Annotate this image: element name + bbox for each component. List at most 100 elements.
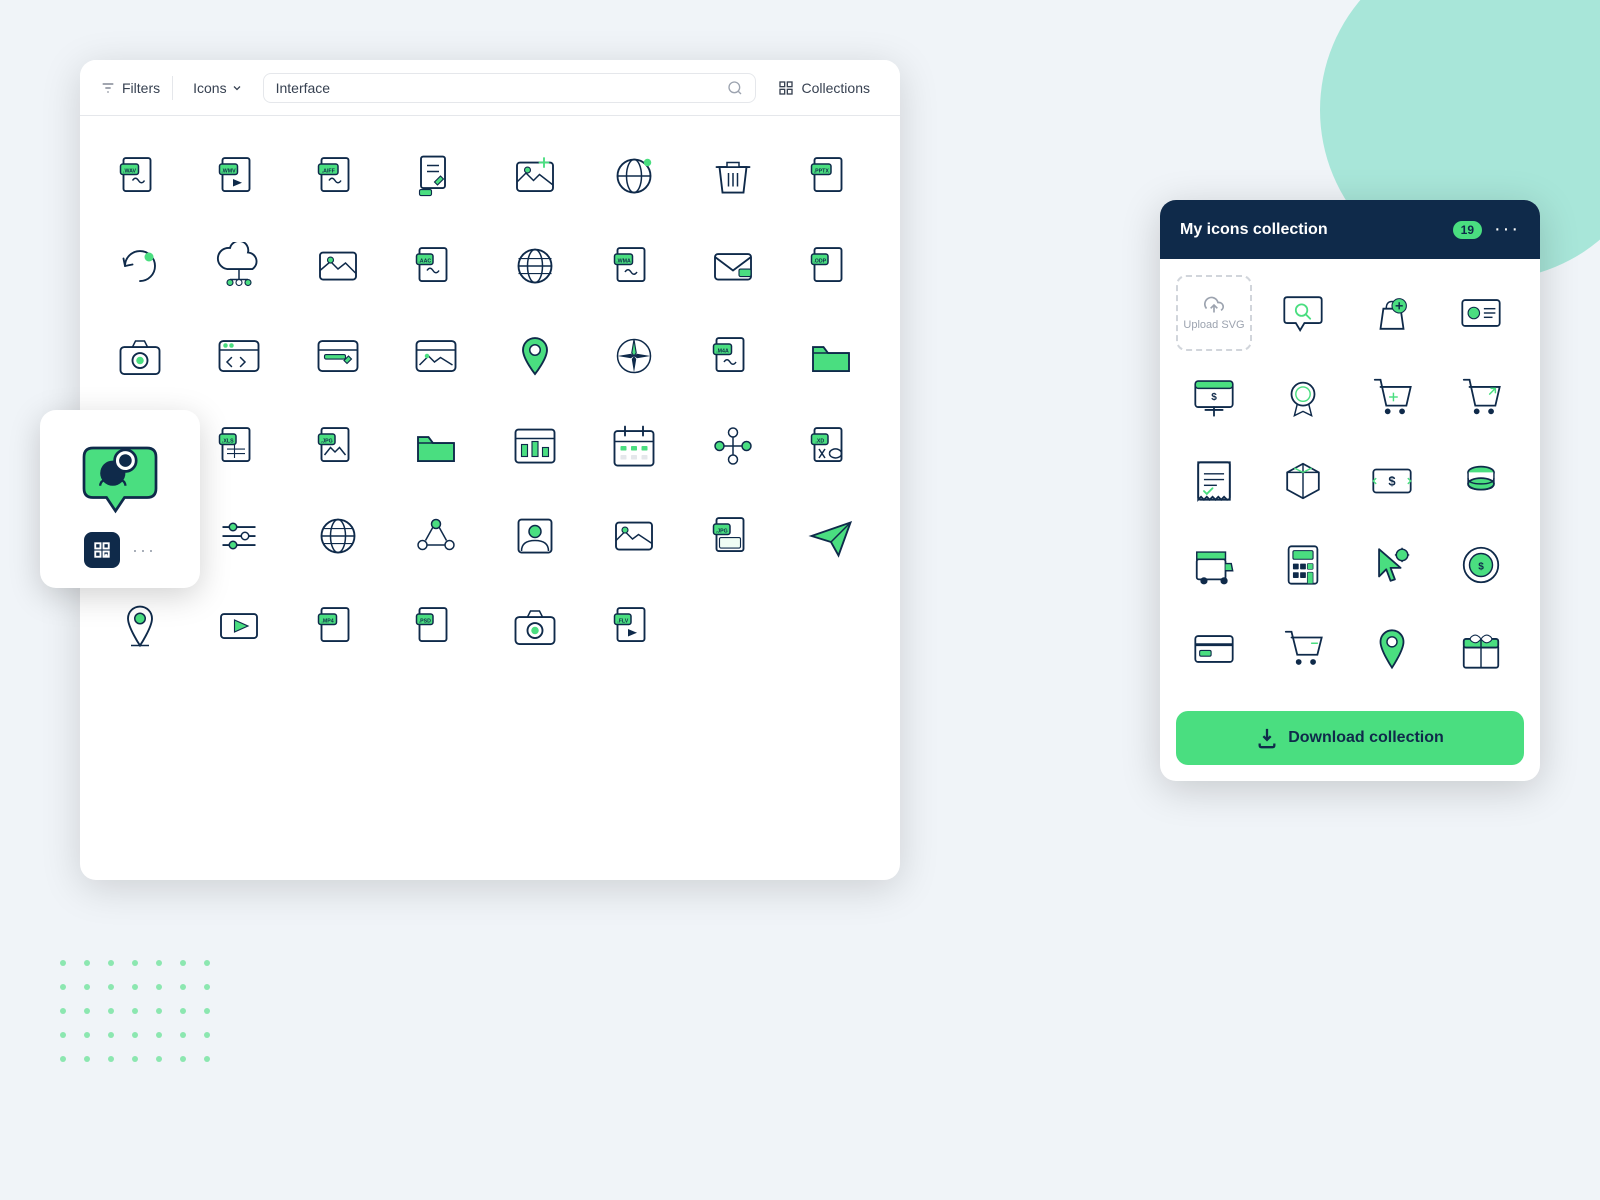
icon-cloud-network[interactable] [199,226,279,306]
icon-jpg[interactable]: .JPG [298,406,378,486]
icon-refresh[interactable] [100,226,180,306]
svg-text:.FLV: .FLV [617,618,628,624]
collection-icon-price-display[interactable]: $ [1176,359,1252,435]
svg-text:$: $ [1388,473,1395,488]
collection-icon-location[interactable] [1354,611,1430,687]
dots-decoration [60,960,210,1080]
icon-dashboard-chart[interactable] [495,406,575,486]
icon-folder-green[interactable] [396,406,476,486]
icon-star-compass[interactable] [594,316,674,396]
icons-grid: .WAV .WMV .AIFF [80,116,900,686]
icon-odp[interactable]: .ODP [791,226,871,306]
icon-globe2[interactable] [495,226,575,306]
icon-m4a[interactable]: .M4A [693,316,773,396]
icon-document-edit[interactable] [396,136,476,216]
collection-icon-gift[interactable] [1443,611,1519,687]
svg-text:$: $ [1478,561,1484,572]
collections-icon [778,80,794,96]
collections-button[interactable]: Collections [768,74,880,102]
svg-text:.AAC: .AAC [419,258,432,264]
icon-xls[interactable]: .XLS [199,406,279,486]
svg-text:$: $ [1211,392,1217,403]
collection-count: 19 [1453,221,1482,239]
icon-aiff[interactable]: .AIFF [298,136,378,216]
collection-icon-cart-arrow[interactable] [1443,359,1519,435]
icon-window-code[interactable] [199,316,279,396]
svg-text:.JPG: .JPG [715,528,727,534]
collection-icon-chat-search[interactable] [1265,275,1341,351]
icon-network-flow[interactable] [693,406,773,486]
toolbar: Filters Icons Collections [80,60,900,116]
icon-trash[interactable] [693,136,773,216]
icon-browser-edit[interactable] [298,316,378,396]
icon-email[interactable] [693,226,773,306]
svg-text:.JPG: .JPG [320,438,332,444]
collection-icon-dollar-exchange[interactable]: $ [1354,443,1430,519]
icon-aac[interactable]: .AAC [396,226,476,306]
download-collection-button[interactable]: Download collection [1176,711,1524,765]
collection-icon-cart-checkout[interactable] [1265,611,1341,687]
icon-controls[interactable] [199,496,279,576]
icon-flv[interactable]: .FLV [594,586,674,666]
collection-icon-coins[interactable] [1443,443,1519,519]
svg-text:.PSD: .PSD [419,618,431,624]
search-input[interactable] [276,80,719,96]
icon-calendar[interactable] [594,406,674,486]
collection-icon-credit-card[interactable] [1176,611,1252,687]
icon-email-send[interactable] [791,496,871,576]
icon-video-play[interactable] [199,586,279,666]
upload-svg-button[interactable]: Upload SVG [1176,275,1252,351]
icon-globe3[interactable] [298,496,378,576]
collection-icon-receipt[interactable] [1176,443,1252,519]
svg-text:.AIFF: .AIFF [321,168,335,174]
icon-jpg2[interactable]: .JPG [693,496,773,576]
icon-browser-image[interactable] [396,316,476,396]
icon-network-nodes[interactable] [396,496,476,576]
icon-image[interactable] [298,226,378,306]
download-collection-label: Download collection [1288,729,1444,747]
svg-text:.M4A: .M4A [716,348,729,354]
icon-location-pin2[interactable] [100,586,180,666]
icon-globe[interactable] [594,136,674,216]
collection-title: My icons collection [1180,221,1441,239]
icons-dropdown[interactable]: Icons [185,76,250,100]
collection-icon-id-card[interactable] [1443,275,1519,351]
icon-wav[interactable]: .WAV [100,136,180,216]
collection-icon-package[interactable] [1265,443,1341,519]
collection-icon-cart[interactable] [1354,359,1430,435]
more-options-button[interactable]: ··· [132,540,156,561]
svg-text:.WMA: .WMA [616,258,631,264]
browser-window: Filters Icons Collections .WAV [80,60,900,880]
svg-text:.WAV: .WAV [123,168,137,174]
icon-wmv[interactable]: .WMV [199,136,279,216]
icon-camera2[interactable] [495,586,575,666]
icon-camera[interactable] [100,316,180,396]
icon-image-upload[interactable] [495,136,575,216]
icon-user-profile[interactable] [495,496,575,576]
icon-location-pin[interactable] [495,316,575,396]
collection-icon-shopping-add[interactable] [1354,275,1430,351]
collection-icons-grid: Upload SVG [1160,259,1540,703]
collection-icon-delivery[interactable] [1176,527,1252,603]
icon-mp4[interactable]: .MP4 [298,586,378,666]
add-to-collection-button[interactable] [84,532,120,568]
upload-svg-label: Upload SVG [1183,319,1244,331]
icon-folder-open[interactable] [791,316,871,396]
collection-icon-calculator[interactable] [1265,527,1341,603]
filters-button[interactable]: Filters [100,80,160,96]
floating-icon-actions: ··· [84,532,156,568]
icon-wma[interactable]: .WMA [594,226,674,306]
collection-more-button[interactable]: ··· [1494,218,1520,241]
collection-panel: My icons collection 19 ··· Upload SVG [1160,200,1540,781]
svg-text:.XD: .XD [816,438,825,444]
icon-psd[interactable]: .PSD [396,586,476,666]
collection-icon-award[interactable] [1265,359,1341,435]
collection-icon-cursor[interactable] [1354,527,1430,603]
icon-pptx[interactable]: .PPTX [791,136,871,216]
collection-icon-dollar-circle[interactable]: $ [1443,527,1519,603]
floating-icon-preview [75,430,165,520]
svg-text:.XLS: .XLS [222,438,234,444]
search-bar [263,73,756,103]
icon-xd-file[interactable]: .XD [791,406,871,486]
icon-image2[interactable] [594,496,674,576]
